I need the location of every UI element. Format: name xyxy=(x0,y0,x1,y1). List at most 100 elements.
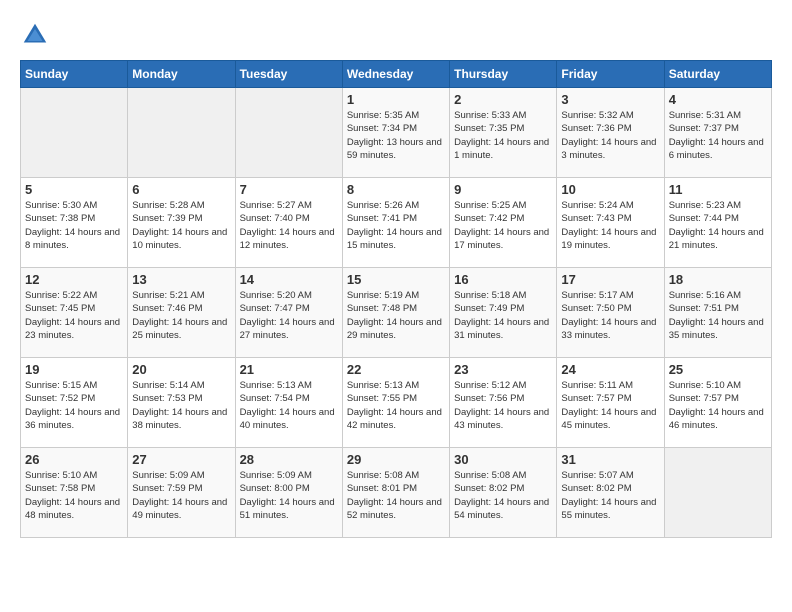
day-number: 31 xyxy=(561,452,659,467)
day-number: 1 xyxy=(347,92,445,107)
calendar-cell xyxy=(128,88,235,178)
calendar-cell: 7 Sunrise: 5:27 AMSunset: 7:40 PMDaylight… xyxy=(235,178,342,268)
calendar-cell: 13 Sunrise: 5:21 AMSunset: 7:46 PMDayligh… xyxy=(128,268,235,358)
day-number: 13 xyxy=(132,272,230,287)
day-number: 10 xyxy=(561,182,659,197)
day-number: 22 xyxy=(347,362,445,377)
day-number: 3 xyxy=(561,92,659,107)
day-info: Sunrise: 5:16 AMSunset: 7:51 PMDaylight:… xyxy=(669,289,767,342)
day-info: Sunrise: 5:33 AMSunset: 7:35 PMDaylight:… xyxy=(454,109,552,162)
day-info: Sunrise: 5:15 AMSunset: 7:52 PMDaylight:… xyxy=(25,379,123,432)
day-info: Sunrise: 5:17 AMSunset: 7:50 PMDaylight:… xyxy=(561,289,659,342)
calendar-cell: 5 Sunrise: 5:30 AMSunset: 7:38 PMDaylight… xyxy=(21,178,128,268)
day-info: Sunrise: 5:07 AMSunset: 8:02 PMDaylight:… xyxy=(561,469,659,522)
day-number: 25 xyxy=(669,362,767,377)
day-info: Sunrise: 5:13 AMSunset: 7:55 PMDaylight:… xyxy=(347,379,445,432)
day-info: Sunrise: 5:21 AMSunset: 7:46 PMDaylight:… xyxy=(132,289,230,342)
logo-icon xyxy=(20,20,50,50)
day-info: Sunrise: 5:28 AMSunset: 7:39 PMDaylight:… xyxy=(132,199,230,252)
day-number: 11 xyxy=(669,182,767,197)
calendar-cell: 4 Sunrise: 5:31 AMSunset: 7:37 PMDaylight… xyxy=(664,88,771,178)
calendar-cell: 31 Sunrise: 5:07 AMSunset: 8:02 PMDayligh… xyxy=(557,448,664,538)
day-info: Sunrise: 5:27 AMSunset: 7:40 PMDaylight:… xyxy=(240,199,338,252)
day-info: Sunrise: 5:22 AMSunset: 7:45 PMDaylight:… xyxy=(25,289,123,342)
day-info: Sunrise: 5:20 AMSunset: 7:47 PMDaylight:… xyxy=(240,289,338,342)
calendar-cell: 14 Sunrise: 5:20 AMSunset: 7:47 PMDayligh… xyxy=(235,268,342,358)
day-number: 16 xyxy=(454,272,552,287)
day-header-wednesday: Wednesday xyxy=(342,61,449,88)
calendar-cell: 17 Sunrise: 5:17 AMSunset: 7:50 PMDayligh… xyxy=(557,268,664,358)
day-info: Sunrise: 5:08 AMSunset: 8:01 PMDaylight:… xyxy=(347,469,445,522)
calendar-cell: 11 Sunrise: 5:23 AMSunset: 7:44 PMDayligh… xyxy=(664,178,771,268)
calendar-week-4: 19 Sunrise: 5:15 AMSunset: 7:52 PMDayligh… xyxy=(21,358,772,448)
calendar-cell xyxy=(235,88,342,178)
calendar-week-1: 1 Sunrise: 5:35 AMSunset: 7:34 PMDaylight… xyxy=(21,88,772,178)
day-number: 28 xyxy=(240,452,338,467)
day-info: Sunrise: 5:35 AMSunset: 7:34 PMDaylight:… xyxy=(347,109,445,162)
day-number: 23 xyxy=(454,362,552,377)
calendar-cell: 21Sunrise: 5:13 AMSunset: 7:54 PMDayligh… xyxy=(235,358,342,448)
day-info: Sunrise: 5:23 AMSunset: 7:44 PMDaylight:… xyxy=(669,199,767,252)
day-number: 20 xyxy=(132,362,230,377)
day-info: Sunrise: 5:18 AMSunset: 7:49 PMDaylight:… xyxy=(454,289,552,342)
day-number: 17 xyxy=(561,272,659,287)
day-header-monday: Monday xyxy=(128,61,235,88)
day-number: 15 xyxy=(347,272,445,287)
day-number: 9 xyxy=(454,182,552,197)
day-info: Sunrise: 5:30 AMSunset: 7:38 PMDaylight:… xyxy=(25,199,123,252)
day-info: Sunrise: 5:19 AMSunset: 7:48 PMDaylight:… xyxy=(347,289,445,342)
day-number: 27 xyxy=(132,452,230,467)
day-info: Sunrise: 5:31 AMSunset: 7:37 PMDaylight:… xyxy=(669,109,767,162)
day-number: 19 xyxy=(25,362,123,377)
calendar-cell: 20Sunrise: 5:14 AMSunset: 7:53 PMDayligh… xyxy=(128,358,235,448)
calendar-cell: 2 Sunrise: 5:33 AMSunset: 7:35 PMDaylight… xyxy=(450,88,557,178)
calendar-cell: 29 Sunrise: 5:08 AMSunset: 8:01 PMDayligh… xyxy=(342,448,449,538)
calendar-cell xyxy=(664,448,771,538)
day-header-saturday: Saturday xyxy=(664,61,771,88)
day-info: Sunrise: 5:25 AMSunset: 7:42 PMDaylight:… xyxy=(454,199,552,252)
calendar-cell: 1 Sunrise: 5:35 AMSunset: 7:34 PMDaylight… xyxy=(342,88,449,178)
calendar-cell: 15 Sunrise: 5:19 AMSunset: 7:48 PMDayligh… xyxy=(342,268,449,358)
day-number: 7 xyxy=(240,182,338,197)
calendar-cell: 8 Sunrise: 5:26 AMSunset: 7:41 PMDaylight… xyxy=(342,178,449,268)
day-header-thursday: Thursday xyxy=(450,61,557,88)
calendar-cell: 10 Sunrise: 5:24 AMSunset: 7:43 PMDayligh… xyxy=(557,178,664,268)
calendar-cell: 24Sunrise: 5:11 AMSunset: 7:57 PMDayligh… xyxy=(557,358,664,448)
day-number: 2 xyxy=(454,92,552,107)
day-header-tuesday: Tuesday xyxy=(235,61,342,88)
day-info: Sunrise: 5:12 AMSunset: 7:56 PMDaylight:… xyxy=(454,379,552,432)
page-header xyxy=(20,20,772,50)
calendar-week-2: 5 Sunrise: 5:30 AMSunset: 7:38 PMDaylight… xyxy=(21,178,772,268)
day-info: Sunrise: 5:08 AMSunset: 8:02 PMDaylight:… xyxy=(454,469,552,522)
day-info: Sunrise: 5:10 AMSunset: 7:57 PMDaylight:… xyxy=(669,379,767,432)
day-info: Sunrise: 5:24 AMSunset: 7:43 PMDaylight:… xyxy=(561,199,659,252)
day-number: 30 xyxy=(454,452,552,467)
day-number: 8 xyxy=(347,182,445,197)
calendar-cell: 28 Sunrise: 5:09 AMSunset: 8:00 PMDayligh… xyxy=(235,448,342,538)
day-header-friday: Friday xyxy=(557,61,664,88)
day-info: Sunrise: 5:13 AMSunset: 7:54 PMDaylight:… xyxy=(240,379,338,432)
day-number: 18 xyxy=(669,272,767,287)
calendar-cell: 23 Sunrise: 5:12 AMSunset: 7:56 PMDayligh… xyxy=(450,358,557,448)
day-number: 5 xyxy=(25,182,123,197)
calendar-cell: 16 Sunrise: 5:18 AMSunset: 7:49 PMDayligh… xyxy=(450,268,557,358)
calendar-cell: 19 Sunrise: 5:15 AMSunset: 7:52 PMDayligh… xyxy=(21,358,128,448)
day-number: 26 xyxy=(25,452,123,467)
calendar-cell: 27 Sunrise: 5:09 AMSunset: 7:59 PMDayligh… xyxy=(128,448,235,538)
calendar-cell: 12 Sunrise: 5:22 AMSunset: 7:45 PMDayligh… xyxy=(21,268,128,358)
calendar-table: SundayMondayTuesdayWednesdayThursdayFrid… xyxy=(20,60,772,538)
calendar-cell: 6 Sunrise: 5:28 AMSunset: 7:39 PMDaylight… xyxy=(128,178,235,268)
day-info: Sunrise: 5:26 AMSunset: 7:41 PMDaylight:… xyxy=(347,199,445,252)
day-number: 12 xyxy=(25,272,123,287)
calendar-cell xyxy=(21,88,128,178)
calendar-cell: 30 Sunrise: 5:08 AMSunset: 8:02 PMDayligh… xyxy=(450,448,557,538)
day-info: Sunrise: 5:09 AMSunset: 8:00 PMDaylight:… xyxy=(240,469,338,522)
calendar-cell: 3Sunrise: 5:32 AMSunset: 7:36 PMDaylight… xyxy=(557,88,664,178)
day-number: 6 xyxy=(132,182,230,197)
day-info: Sunrise: 5:10 AMSunset: 7:58 PMDaylight:… xyxy=(25,469,123,522)
day-number: 4 xyxy=(669,92,767,107)
day-number: 29 xyxy=(347,452,445,467)
day-info: Sunrise: 5:09 AMSunset: 7:59 PMDaylight:… xyxy=(132,469,230,522)
day-number: 14 xyxy=(240,272,338,287)
calendar-cell: 22 Sunrise: 5:13 AMSunset: 7:55 PMDayligh… xyxy=(342,358,449,448)
